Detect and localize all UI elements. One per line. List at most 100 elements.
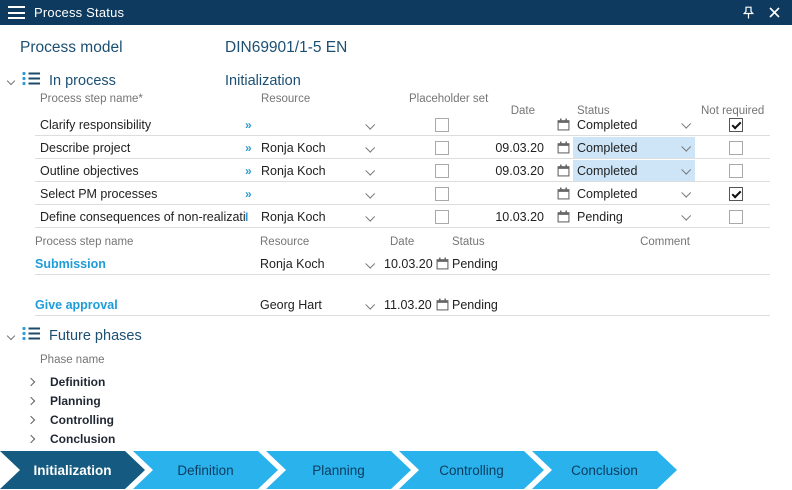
phase-name: Planning [50, 394, 101, 408]
phase-chevron-label: Controlling [439, 463, 504, 478]
table-row: Define consequences of non-realization I… [0, 205, 792, 228]
expand-icon[interactable] [27, 434, 35, 442]
step-marker-icon: » [245, 141, 261, 155]
status-dropdown[interactable]: Completed [573, 160, 695, 181]
not-required-checkbox[interactable] [729, 210, 744, 224]
step-marker-icon: I [245, 210, 261, 224]
status-value[interactable]: Pending [452, 298, 538, 312]
hamburger-menu-icon[interactable] [8, 6, 25, 19]
placeholder-checkbox[interactable] [435, 118, 450, 132]
process-status-window: Process Status Process model DIN69901/1-… [0, 0, 792, 490]
expand-icon[interactable] [27, 396, 35, 404]
collapse-icon[interactable] [0, 78, 22, 84]
phase-row-definition[interactable]: Definition [0, 372, 792, 391]
not-required-checkbox[interactable] [729, 141, 744, 155]
process-step-name: Outline objectives [40, 164, 245, 178]
process-steps-header: Process step name* Resource Placeholder … [0, 93, 792, 113]
resource-dropdown-icon[interactable] [366, 164, 384, 178]
date-value[interactable]: 10.03.20 [384, 257, 432, 271]
phase-row-conclusion[interactable]: Conclusion [0, 429, 792, 448]
resource-dropdown-icon[interactable] [366, 118, 384, 132]
phase-name-column-header: Phase name [40, 354, 792, 370]
table-row: Describe project » Ronja Koch 09.03.20 C… [0, 136, 792, 159]
table-row: Outline objectives » Ronja Koch 09.03.20… [0, 159, 792, 182]
column-header: Date [384, 236, 432, 248]
column-header: Placeholder set [384, 93, 547, 105]
resource-dropdown-icon[interactable] [366, 257, 384, 271]
process-step-name: Clarify responsibility [40, 118, 245, 132]
process-step-name: Select PM processes [40, 187, 245, 201]
collapse-icon[interactable] [0, 333, 22, 339]
milestone-link[interactable]: Give approval [35, 298, 260, 312]
in-process-section-header: In process Initialization [0, 69, 792, 93]
phase-row-planning[interactable]: Planning [0, 391, 792, 410]
date-value[interactable]: 11.03.20 [384, 298, 432, 312]
phase-row-controlling[interactable]: Controlling [0, 410, 792, 429]
resource-dropdown-icon[interactable] [366, 141, 384, 155]
step-marker-icon: » [245, 118, 261, 132]
phase-chevron-definition[interactable]: Definition [133, 451, 278, 489]
list-icon [22, 71, 41, 91]
section-title: In process [49, 73, 116, 89]
calendar-icon[interactable] [436, 257, 452, 270]
resource-value[interactable]: Ronja Koch [261, 141, 366, 155]
phase-chevron-label: Conclusion [571, 463, 638, 478]
step-marker-icon: » [245, 164, 261, 178]
phase-chevron-planning[interactable]: Planning [266, 451, 411, 489]
expand-icon[interactable] [27, 415, 35, 423]
status-dropdown[interactable]: Pending [573, 206, 695, 227]
not-required-checkbox[interactable] [729, 187, 744, 201]
resource-dropdown-icon[interactable] [366, 210, 384, 224]
status-value[interactable]: Pending [452, 257, 538, 271]
date-value[interactable]: 09.03.20 [450, 141, 547, 155]
phase-chevron-initialization[interactable]: Initialization [0, 451, 145, 489]
phase-name: Conclusion [50, 432, 115, 446]
column-header: Comment [538, 236, 792, 248]
calendar-icon[interactable] [436, 298, 452, 311]
future-phases-section-header: Future phases [0, 324, 792, 348]
milestone-link[interactable]: Submission [35, 257, 260, 271]
step-marker-icon: » [245, 187, 261, 201]
status-dropdown[interactable]: Completed [573, 137, 695, 158]
status-dropdown[interactable]: Completed [573, 183, 695, 204]
resource-value[interactable]: Ronja Koch [261, 164, 366, 178]
placeholder-checkbox[interactable] [435, 164, 450, 178]
close-icon[interactable] [766, 5, 782, 21]
process-model-row: Process model DIN69901/1-5 EN [0, 35, 792, 61]
phase-chevron-label: Planning [312, 463, 365, 478]
placeholder-checkbox[interactable] [435, 141, 450, 155]
date-value[interactable]: 10.03.20 [450, 210, 547, 224]
table-row: Give approval Georg Hart 11.03.20 Pendin… [0, 293, 792, 316]
calendar-icon[interactable] [557, 141, 573, 154]
resource-dropdown-icon[interactable] [366, 187, 384, 201]
pin-icon[interactable] [740, 5, 756, 21]
process-step-name: Define consequences of non-realization [40, 210, 245, 224]
list-icon [22, 326, 41, 346]
status-dropdown[interactable]: Completed [573, 114, 695, 135]
resource-value[interactable]: Georg Hart [260, 298, 366, 312]
column-header: Process step name [35, 236, 260, 248]
calendar-icon[interactable] [557, 118, 573, 131]
placeholder-checkbox[interactable] [435, 210, 450, 224]
phase-chevron-controlling[interactable]: Controlling [399, 451, 544, 489]
expand-icon[interactable] [27, 377, 35, 385]
phase-name: Definition [50, 375, 105, 389]
titlebar: Process Status [0, 0, 792, 25]
date-value[interactable]: 09.03.20 [450, 164, 547, 178]
resource-value[interactable]: Ronja Koch [260, 257, 366, 271]
not-required-checkbox[interactable] [729, 164, 744, 178]
process-model-value: DIN69901/1-5 EN [225, 39, 347, 57]
calendar-icon[interactable] [557, 187, 573, 200]
resource-dropdown-icon[interactable] [366, 298, 384, 312]
process-step-name: Describe project [40, 141, 245, 155]
not-required-checkbox[interactable] [729, 118, 744, 132]
phase-chevron-conclusion[interactable]: Conclusion [532, 451, 677, 489]
calendar-icon[interactable] [557, 210, 573, 223]
calendar-icon[interactable] [557, 164, 573, 177]
placeholder-checkbox[interactable] [435, 187, 450, 201]
phase-name: Controlling [50, 413, 114, 427]
resource-value[interactable]: Ronja Koch [261, 210, 366, 224]
phase-bar: Initialization Definition Planning Contr… [0, 451, 792, 489]
table-row: Select PM processes » Completed [0, 182, 792, 205]
column-header: Resource [260, 236, 366, 248]
